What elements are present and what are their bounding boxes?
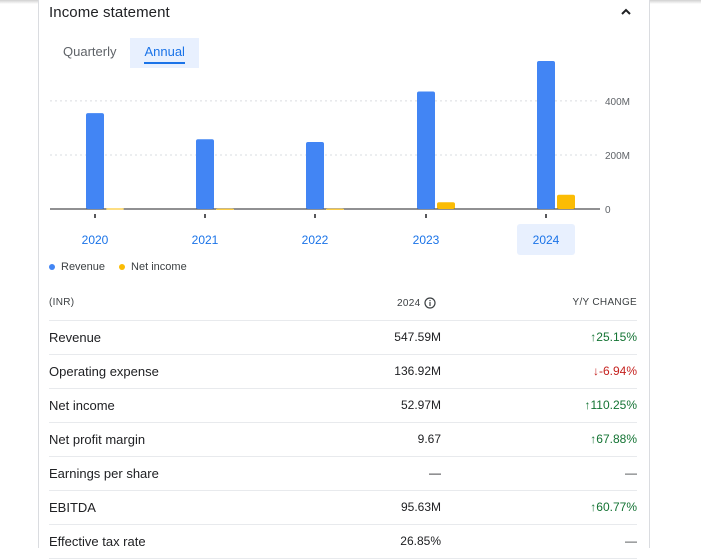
x-category-label[interactable]: 2023 (413, 233, 440, 247)
y-tick-label: 0 (605, 205, 611, 216)
net-income-bar[interactable] (557, 194, 575, 209)
table-row: Earnings per share — — (49, 457, 637, 491)
row-value: 52.97M (400, 398, 441, 412)
legend-net-income-label: Net income (131, 261, 187, 273)
income-bar-chart: 0 200M 400M 2020 2021 2022 2023 2024 (50, 61, 630, 255)
revenue-bar[interactable] (417, 91, 435, 209)
net-income-bar[interactable] (326, 208, 344, 210)
y-tick-label: 200M (605, 151, 630, 162)
net-income-dot-icon (119, 264, 126, 270)
x-category-label[interactable]: 2020 (82, 233, 109, 247)
net-income-bar[interactable] (437, 202, 455, 209)
row-value: 547.59M (394, 330, 441, 344)
table-row: Revenue 547.59M ↑25.15% (49, 321, 637, 355)
chart-legend: Revenue Net income (49, 261, 187, 273)
table-row: EBITDA 95.63M ↑60.77% (49, 491, 637, 525)
net-income-bar[interactable] (216, 208, 234, 210)
row-change: ↑67.88% (590, 432, 637, 446)
info-icon[interactable] (424, 297, 437, 309)
revenue-bar[interactable] (537, 61, 555, 210)
x-category-label[interactable]: 2021 (192, 233, 219, 247)
year-header: 2024 (397, 297, 437, 309)
row-change: ↑110.25% (585, 398, 637, 412)
row-change-value: — (625, 466, 637, 480)
row-change-value: -6.94% (598, 364, 637, 378)
row-label: EBITDA (49, 500, 96, 515)
row-label: Operating expense (49, 364, 159, 379)
row-label: Net profit margin (49, 432, 146, 447)
revenue-bar[interactable] (306, 141, 324, 209)
row-change-value: 60.77% (596, 500, 637, 514)
legend-revenue: Revenue (49, 261, 105, 273)
currency-header: (INR) (49, 297, 75, 308)
legend-revenue-label: Revenue (61, 261, 106, 273)
row-change-value: 25.15% (596, 330, 637, 344)
row-value: 95.63M (400, 500, 441, 514)
row-change: — (625, 534, 637, 548)
row-value: 26.85% (400, 534, 441, 548)
row-label: Earnings per share (49, 466, 159, 481)
year-header-label: 2024 (397, 297, 421, 309)
row-change-value: — (625, 534, 637, 548)
row-change: ↓-6.94% (593, 364, 637, 378)
row-change: — (625, 466, 637, 480)
row-label: Effective tax rate (49, 534, 146, 549)
revenue-bar[interactable] (86, 113, 104, 209)
legend-net-income: Net income (119, 261, 187, 273)
table-row: Effective tax rate 26.85% — (49, 525, 637, 559)
row-change: ↑60.77% (590, 500, 637, 514)
row-value: 136.92M (394, 364, 441, 378)
table-row: Net income 52.97M ↑110.25% (49, 389, 637, 423)
row-change: ↑25.15% (590, 330, 637, 344)
table-row: Operating expense 136.92M ↓-6.94% (49, 355, 637, 389)
net-income-bar[interactable] (106, 208, 124, 210)
table-header: (INR) 2024 Y/Y CHANGE (49, 290, 637, 321)
revenue-bar[interactable] (196, 139, 214, 209)
row-value: 9.67 (417, 432, 441, 446)
x-category-label[interactable]: 2022 (302, 233, 329, 247)
y-tick-label: 400M (605, 97, 630, 108)
x-category-label[interactable]: 2024 (533, 233, 560, 247)
income-table: (INR) 2024 Y/Y CHANGE Revenue 547.59M ↑25.… (49, 290, 637, 559)
row-change-value: 110.25% (590, 398, 637, 412)
change-header: Y/Y CHANGE (572, 297, 637, 308)
row-label: Net income (49, 398, 115, 413)
row-value: — (429, 466, 441, 480)
revenue-dot-icon (49, 264, 55, 270)
row-label: Revenue (49, 330, 102, 345)
table-row: Net profit margin 9.67 ↑67.88% (49, 423, 637, 457)
row-change-value: 67.88% (596, 432, 637, 446)
